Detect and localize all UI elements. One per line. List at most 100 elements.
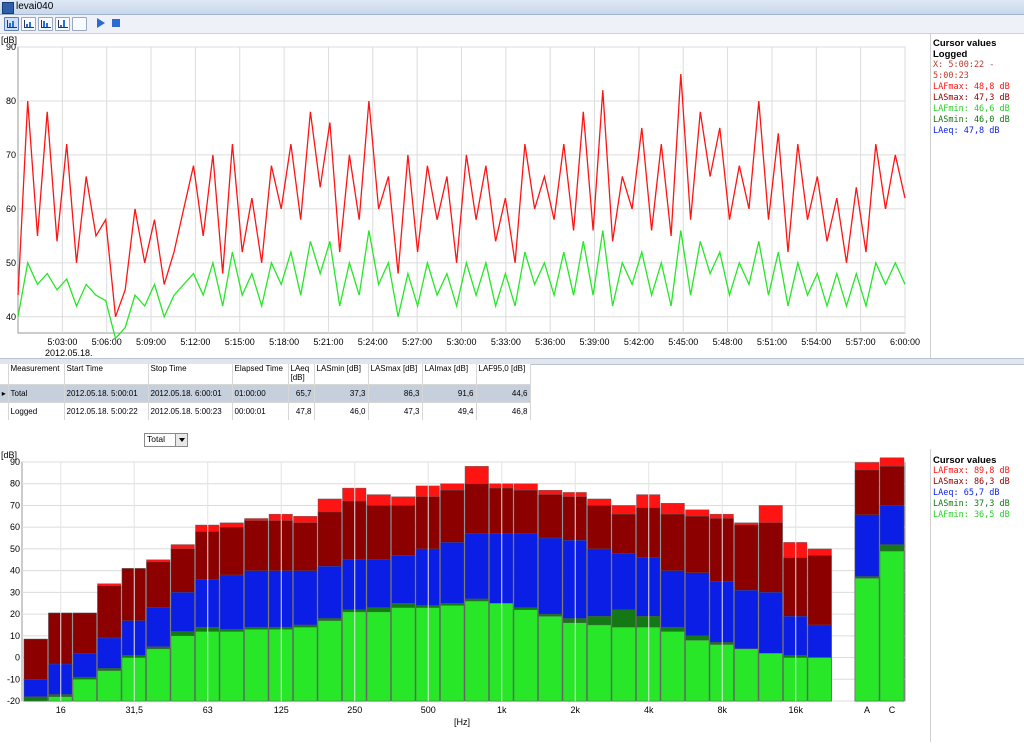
table-cell[interactable]: 44,6 — [476, 384, 531, 403]
y-tick-label: 30 — [10, 587, 20, 597]
col-header-laimax[interactable]: LAImax [dB] — [422, 364, 477, 385]
x-tick-label: 16k — [788, 705, 803, 715]
bar-lafmin — [758, 652, 783, 702]
table-cell[interactable]: 46,8 — [476, 402, 531, 420]
col-header-measurement[interactable]: Measurement — [8, 364, 65, 385]
bar-lasmin — [23, 696, 48, 702]
x-tick-label: 250 — [347, 705, 362, 715]
spectrum-lafmin-value: LAFmin: 36,5 dB — [933, 510, 1010, 520]
y-tick-label: 40 — [6, 312, 16, 322]
x-tick-label: 5:36:00 — [535, 337, 565, 347]
y-tick-label: 70 — [6, 150, 16, 160]
bar-lafmin — [807, 657, 832, 702]
x-tick-label: 5:24:00 — [358, 337, 388, 347]
spectrum-laeq-value: LAeq: 65,7 dB — [933, 488, 1000, 498]
x-tick-label: 5:39:00 — [580, 337, 610, 347]
spectrum-icon[interactable] — [38, 17, 53, 31]
total-bar-lafmin — [854, 578, 880, 702]
bar-lafmin — [170, 635, 195, 702]
bar-lafmin — [685, 639, 710, 702]
spectrum-cursor-title: Cursor values — [933, 455, 997, 466]
notes-icon[interactable] — [72, 17, 87, 31]
col-header-lasmax[interactable]: LASmax [dB] — [368, 364, 423, 385]
bar-lafmin — [611, 626, 636, 702]
y-axis-unit: [dB] — [1, 35, 17, 45]
table-cell[interactable]: 01:00:00 — [232, 384, 289, 403]
y-tick-label: 70 — [10, 500, 20, 510]
y-tick-label: 80 — [6, 96, 16, 106]
time-history-svg[interactable]: 908070605040[dB]5:03:00 5:06:00 5:09:00 5:1… — [0, 34, 930, 358]
y-tick-label: -20 — [7, 696, 20, 706]
stop-icon[interactable] — [112, 19, 120, 27]
col-header-laeq[interactable]: LAeq [dB] — [288, 364, 315, 385]
x-tick-label: 5:06:00 — [92, 337, 122, 347]
table-cell[interactable]: 00:00:01 — [232, 402, 289, 420]
bar-lafmin — [440, 605, 465, 702]
spectrum-chart[interactable]: 90 80 70 60 50 40 30 20 10 0 -10 -20 [dB] 16 31,5 63 125… — [0, 449, 930, 742]
total-bar-lafmin — [879, 550, 905, 702]
col-header-laf95[interactable]: LAF95,0 [dB] — [476, 364, 531, 385]
measurement-select[interactable]: Total — [144, 433, 188, 447]
bar-lafmin — [146, 648, 171, 702]
x-tick-label: 5:51:00 — [757, 337, 787, 347]
x-tick-label: 5:30:00 — [446, 337, 476, 347]
table-cell[interactable]: 2012.05.18. 5:00:01 — [64, 384, 149, 403]
table-cell[interactable]: Logged — [8, 402, 65, 420]
x-tick-label: 5:27:00 — [402, 337, 432, 347]
table-cell[interactable]: 65,7 — [288, 384, 315, 403]
total-tick-label: C — [889, 705, 896, 715]
spectrum-svg[interactable]: 9080706050403020100-10-20[dB]16 31,5 63 125… — [0, 449, 930, 742]
statistics-icon[interactable] — [55, 17, 70, 31]
table-cell[interactable]: 2012.05.18. 5:00:23 — [148, 402, 233, 420]
y-tick-label: -10 — [7, 674, 20, 684]
x-tick-label: 5:48:00 — [713, 337, 743, 347]
y-tick-label: 40 — [10, 566, 20, 576]
time-history-icon[interactable] — [4, 17, 19, 31]
y-tick-label: 10 — [10, 631, 20, 641]
x-tick-label: 31,5 — [125, 705, 143, 715]
table-cell[interactable]: 2012.05.18. 6:00:01 — [148, 384, 233, 403]
table-cell[interactable]: 46,0 — [314, 402, 369, 420]
table-cell[interactable]: 37,3 — [314, 384, 369, 403]
chart-view-icon[interactable] — [21, 17, 36, 31]
table-cell[interactable]: 91,6 — [422, 384, 477, 403]
table-cell[interactable]: 47,8 — [288, 402, 315, 420]
cursor-lafmin-value: LAFmin: 46,6 dB — [933, 104, 1010, 114]
table-cell[interactable]: 47,3 — [368, 402, 423, 420]
spectrum-cursor-panel: Cursor values LAFmax: 89,8 dB LASmax: 86… — [930, 449, 1024, 742]
table-cell[interactable]: 49,4 — [422, 402, 477, 420]
table-header-row: Measurement Start Time Stop Time Elapsed… — [0, 364, 531, 385]
table-cell[interactable]: 86,3 — [368, 384, 423, 403]
chevron-down-icon[interactable] — [175, 434, 187, 446]
y-tick-label: 0 — [15, 653, 20, 663]
bar-lafmin — [391, 607, 416, 702]
x-tick-label: 5:12:00 — [180, 337, 210, 347]
x-tick-label: 5:15:00 — [225, 337, 255, 347]
x-tick-label: 2k — [570, 705, 580, 715]
x-tick-label: 5:03:00 — [47, 337, 77, 347]
time-history-chart[interactable]: 90 80 70 60 50 40 [dB] 5:03:00 5:06:00 5:09:00 5:1… — [0, 34, 930, 358]
bar-lafmin — [366, 611, 391, 702]
col-header-lasmin[interactable]: LASmin [dB] — [314, 364, 369, 385]
table-cell[interactable]: 2012.05.18. 5:00:22 — [64, 402, 149, 420]
y-tick-label: 50 — [6, 258, 16, 268]
x-axis-label: [Hz] — [454, 717, 470, 727]
table-row[interactable]: Logged 2012.05.18. 5:00:22 2012.05.18. 5… — [0, 402, 531, 420]
y-tick-label: 50 — [10, 544, 20, 554]
bar-lafmin — [97, 670, 122, 702]
table-row[interactable]: ▸ Total 2012.05.18. 5:00:01 2012.05.18. … — [0, 384, 531, 403]
spectrum-lasmin-value: LASmin: 37,3 dB — [933, 499, 1010, 509]
cursor-x-value: X: 5:00:22 - 5:00:23 — [933, 60, 995, 81]
col-header-start-time[interactable]: Start Time — [64, 364, 149, 385]
table-cell[interactable]: Total — [8, 384, 65, 403]
play-icon[interactable] — [97, 18, 105, 28]
col-header-elapsed-time[interactable]: Elapsed Time — [232, 364, 289, 385]
toolbar — [0, 15, 1024, 34]
col-header-stop-time[interactable]: Stop Time — [148, 364, 233, 385]
x-tick-label: 1k — [497, 705, 507, 715]
bar-lafmin — [513, 609, 538, 702]
title-bar: levai040 — [0, 0, 1024, 15]
x-tick-label: 5:54:00 — [801, 337, 831, 347]
x-tick-label: 63 — [203, 705, 213, 715]
spectrum-lafmax-value: LAFmax: 89,8 dB — [933, 466, 1010, 476]
